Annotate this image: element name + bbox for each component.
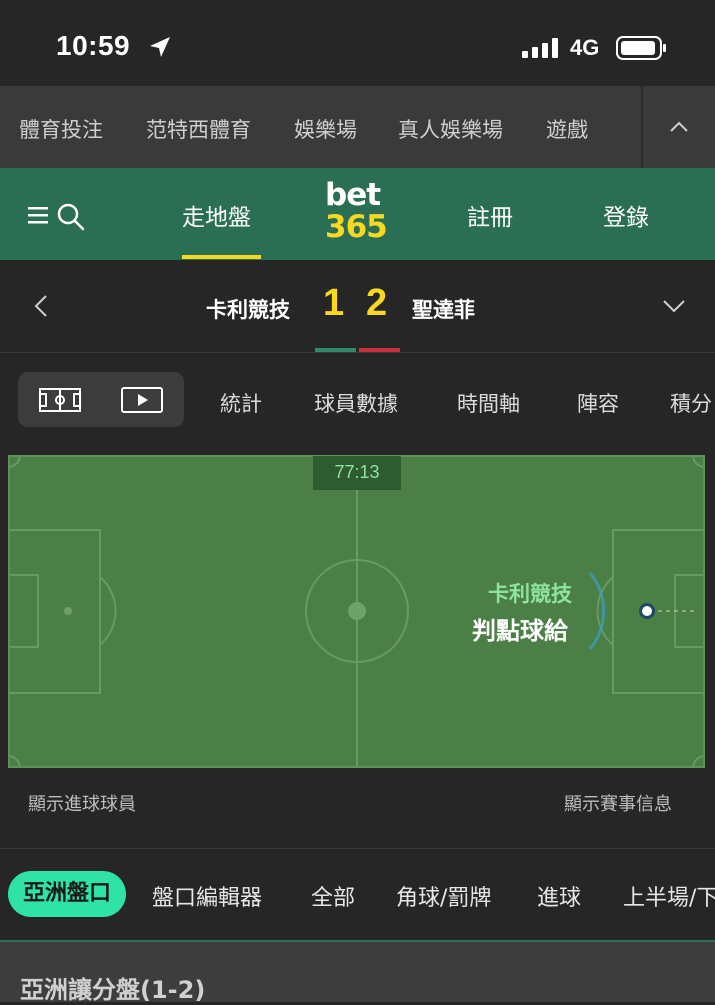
- category-item[interactable]: 真人娛樂場: [398, 114, 503, 144]
- home-team-color-bar: [315, 348, 356, 352]
- away-team-color-bar: [359, 348, 400, 352]
- tab-lineups[interactable]: 陣容: [577, 388, 619, 418]
- chevron-up-icon[interactable]: [669, 120, 689, 134]
- category-nav: 體育投注 范特西體育 娛樂場 真人娛樂場 遊戲: [0, 86, 715, 168]
- away-team-name: 聖達菲: [412, 298, 475, 322]
- inplay-underline: [182, 255, 261, 259]
- event-team: 卡利競技: [488, 582, 572, 606]
- pitch-view-icon[interactable]: [39, 388, 81, 412]
- ball-position-marker: [642, 606, 652, 616]
- score-bar: [0, 260, 715, 353]
- signal-icon: [522, 38, 558, 58]
- inplay-tab[interactable]: 走地盤: [182, 198, 251, 232]
- tab-standings[interactable]: 積分: [670, 388, 712, 418]
- category-divider: [641, 86, 643, 168]
- search-icon[interactable]: [56, 202, 86, 232]
- away-score: 2: [366, 282, 388, 324]
- filter-asian-handicap[interactable]: 亞洲盤口: [8, 871, 126, 917]
- battery-icon: [616, 36, 666, 60]
- tab-stats[interactable]: 統計: [220, 388, 262, 418]
- show-match-info-link[interactable]: 顯示賽事信息: [564, 790, 672, 816]
- filter-item[interactable]: 全部: [311, 880, 355, 912]
- show-scorers-link[interactable]: 顯示進球球員: [28, 790, 136, 816]
- location-arrow-icon: [150, 37, 170, 57]
- login-button[interactable]: 登錄: [603, 198, 649, 232]
- home-score: 1: [323, 282, 345, 324]
- status-bar: 10:59 4G: [0, 0, 715, 86]
- event-text: 判點球給: [472, 617, 568, 645]
- view-toggle: [18, 372, 184, 427]
- chevron-down-icon[interactable]: [662, 298, 686, 314]
- tab-player-stats[interactable]: 球員數據: [314, 388, 398, 418]
- filter-item[interactable]: 上半場/下: [623, 880, 715, 912]
- network-type: 4G: [570, 35, 600, 60]
- filter-item[interactable]: 進球: [537, 880, 581, 912]
- home-team-name: 卡利競技: [206, 298, 290, 322]
- filter-item[interactable]: 角球/罰牌: [396, 880, 491, 912]
- logo-365[interactable]: 365: [325, 212, 388, 243]
- pitch-lines: [7, 454, 706, 769]
- filter-item[interactable]: 盤口編輯器: [152, 880, 262, 912]
- match-clock: 77:13: [313, 456, 401, 490]
- status-time: 10:59: [56, 30, 131, 61]
- category-item[interactable]: 體育投注: [19, 114, 103, 144]
- menu-icon[interactable]: [28, 205, 50, 225]
- register-button[interactable]: 註冊: [467, 198, 513, 232]
- category-item[interactable]: 遊戲: [546, 114, 588, 144]
- pitch-graphic: [7, 454, 706, 769]
- category-item[interactable]: 范特西體育: [146, 114, 251, 144]
- category-item[interactable]: 娛樂場: [294, 114, 357, 144]
- tab-timeline[interactable]: 時間軸: [457, 388, 520, 418]
- chevron-left-icon[interactable]: [33, 294, 49, 318]
- video-play-icon[interactable]: [121, 387, 163, 413]
- logo-bet[interactable]: bet: [325, 180, 381, 211]
